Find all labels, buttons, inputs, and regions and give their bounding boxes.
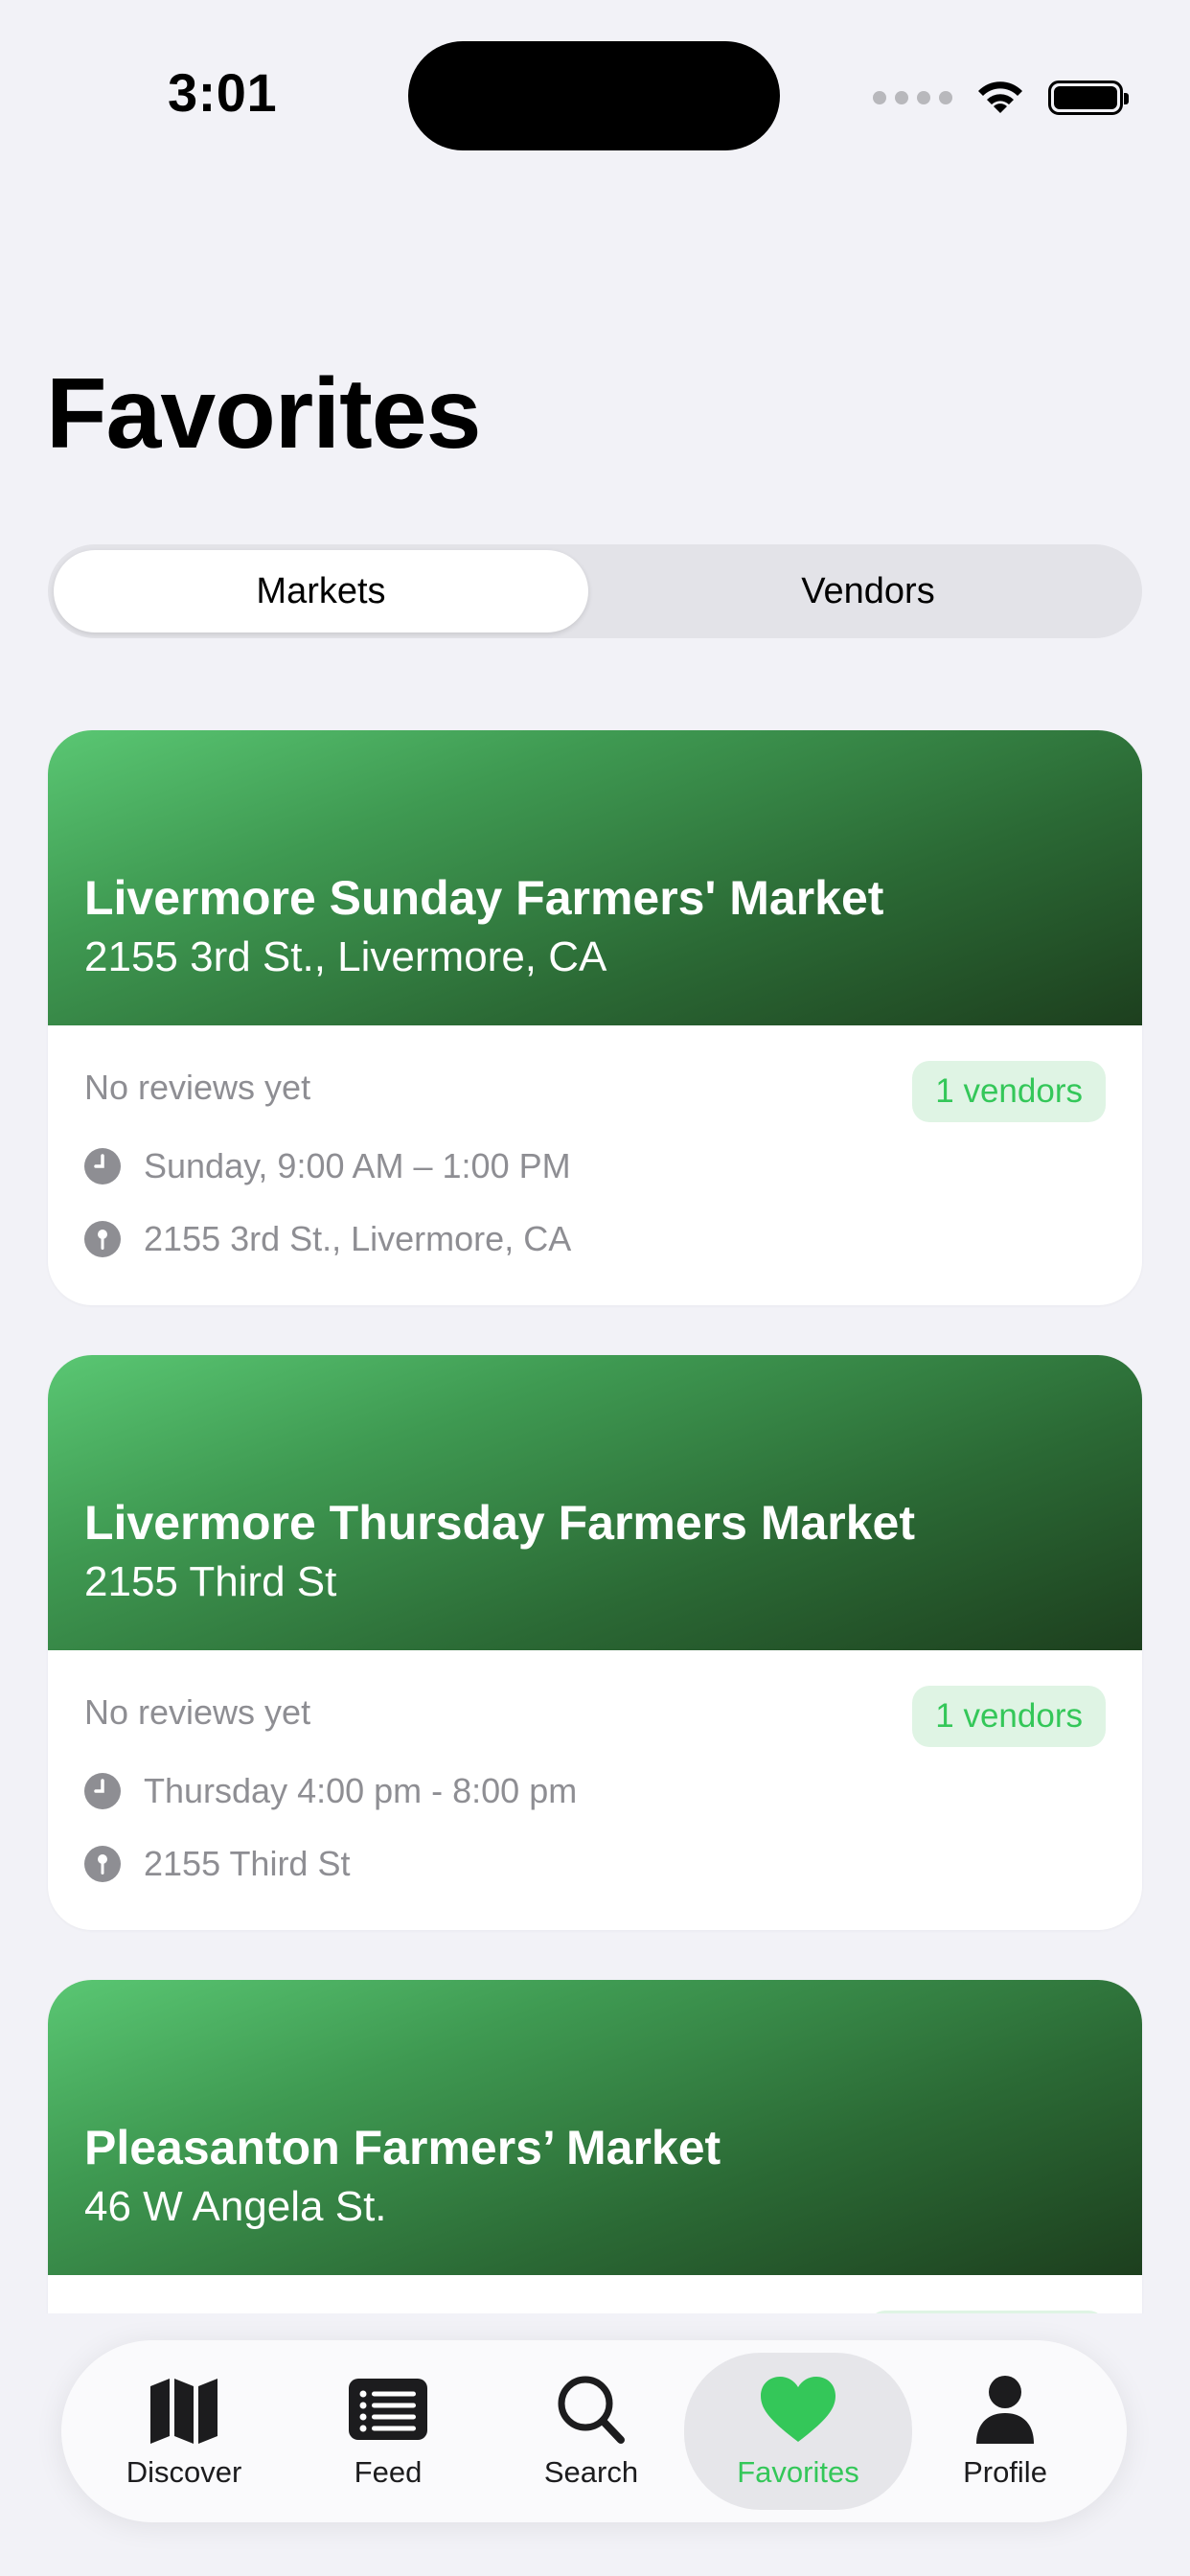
- segment-markets[interactable]: Markets: [54, 550, 588, 632]
- tab-favorites[interactable]: Favorites: [684, 2353, 912, 2510]
- vendor-count-badge: 1 vendors: [912, 1686, 1106, 1747]
- magnifier-icon: [558, 2376, 625, 2444]
- wifi-icon: [978, 81, 1022, 113]
- market-address: 2155 3rd St., Livermore, CA: [84, 933, 607, 980]
- market-card[interactable]: Livermore Sunday Farmers' Market 2155 3r…: [48, 730, 1142, 1305]
- market-address: 2155 Third St: [84, 1558, 337, 1605]
- pin-icon: [84, 1846, 121, 1882]
- clock-icon: [84, 1773, 121, 1809]
- market-name: Livermore Thursday Farmers Market: [84, 1496, 916, 1550]
- segment-vendors[interactable]: Vendors: [600, 550, 1136, 632]
- market-location: 2155 3rd St., Livermore, CA: [144, 1219, 572, 1258]
- market-reviews: No reviews yet: [84, 1068, 311, 1107]
- market-hours: Thursday 4:00 pm - 8:00 pm: [144, 1771, 578, 1810]
- favorites-list: Livermore Sunday Farmers' Market 2155 3r…: [0, 671, 1190, 2313]
- market-card[interactable]: Livermore Thursday Farmers Market 2155 T…: [48, 1355, 1142, 1930]
- market-location-row: 2155 Third St: [84, 1844, 350, 1884]
- tab-label: Feed: [354, 2455, 423, 2489]
- dynamic-island: [408, 41, 780, 150]
- tab-bar: Discover Feed Search Favorites Profile: [61, 2340, 1127, 2522]
- list-icon: [349, 2379, 427, 2440]
- vendor-count-badge: [868, 2311, 1106, 2313]
- battery-icon: [1048, 80, 1129, 115]
- market-location: 2155 Third St: [144, 1844, 351, 1883]
- clock-icon: [84, 1148, 121, 1184]
- segmented-control: Markets Vendors: [48, 544, 1142, 638]
- market-card-header: Pleasanton Farmers’ Market 46 W Angela S…: [48, 1980, 1142, 2275]
- tab-label: Discover: [126, 2455, 242, 2489]
- market-card-header: Livermore Thursday Farmers Market 2155 T…: [48, 1355, 1142, 1650]
- status-indicators: [873, 73, 1129, 123]
- tab-search[interactable]: Search: [495, 2340, 687, 2522]
- status-time: 3:01: [168, 62, 278, 123]
- market-address: 46 W Angela St.: [84, 2183, 387, 2230]
- tab-label: Profile: [963, 2455, 1047, 2489]
- tab-discover[interactable]: Discover: [88, 2340, 280, 2522]
- vendor-count-badge: 1 vendors: [912, 1061, 1106, 1122]
- cellular-signal-icon: [873, 91, 952, 104]
- tab-label: Favorites: [737, 2455, 859, 2489]
- person-icon: [976, 2376, 1034, 2444]
- market-card[interactable]: Pleasanton Farmers’ Market 46 W Angela S…: [48, 1980, 1142, 2313]
- market-reviews: No reviews yet: [84, 1692, 311, 1732]
- pin-icon: [84, 1221, 121, 1257]
- tab-label: Search: [543, 2455, 639, 2489]
- market-hours-row: Sunday, 9:00 AM – 1:00 PM: [84, 1146, 571, 1186]
- tab-profile[interactable]: Profile: [909, 2340, 1101, 2522]
- market-hours: Sunday, 9:00 AM – 1:00 PM: [144, 1146, 571, 1185]
- heart-icon: [761, 2377, 835, 2442]
- market-card-header: Livermore Sunday Farmers' Market 2155 3r…: [48, 730, 1142, 1025]
- page-title: Favorites: [46, 358, 481, 470]
- market-name: Pleasanton Farmers’ Market: [84, 2121, 721, 2174]
- market-name: Livermore Sunday Farmers' Market: [84, 871, 884, 925]
- tab-feed[interactable]: Feed: [292, 2340, 484, 2522]
- market-location-row: 2155 3rd St., Livermore, CA: [84, 1219, 571, 1259]
- market-hours-row: Thursday 4:00 pm - 8:00 pm: [84, 1771, 577, 1811]
- map-icon: [150, 2379, 217, 2444]
